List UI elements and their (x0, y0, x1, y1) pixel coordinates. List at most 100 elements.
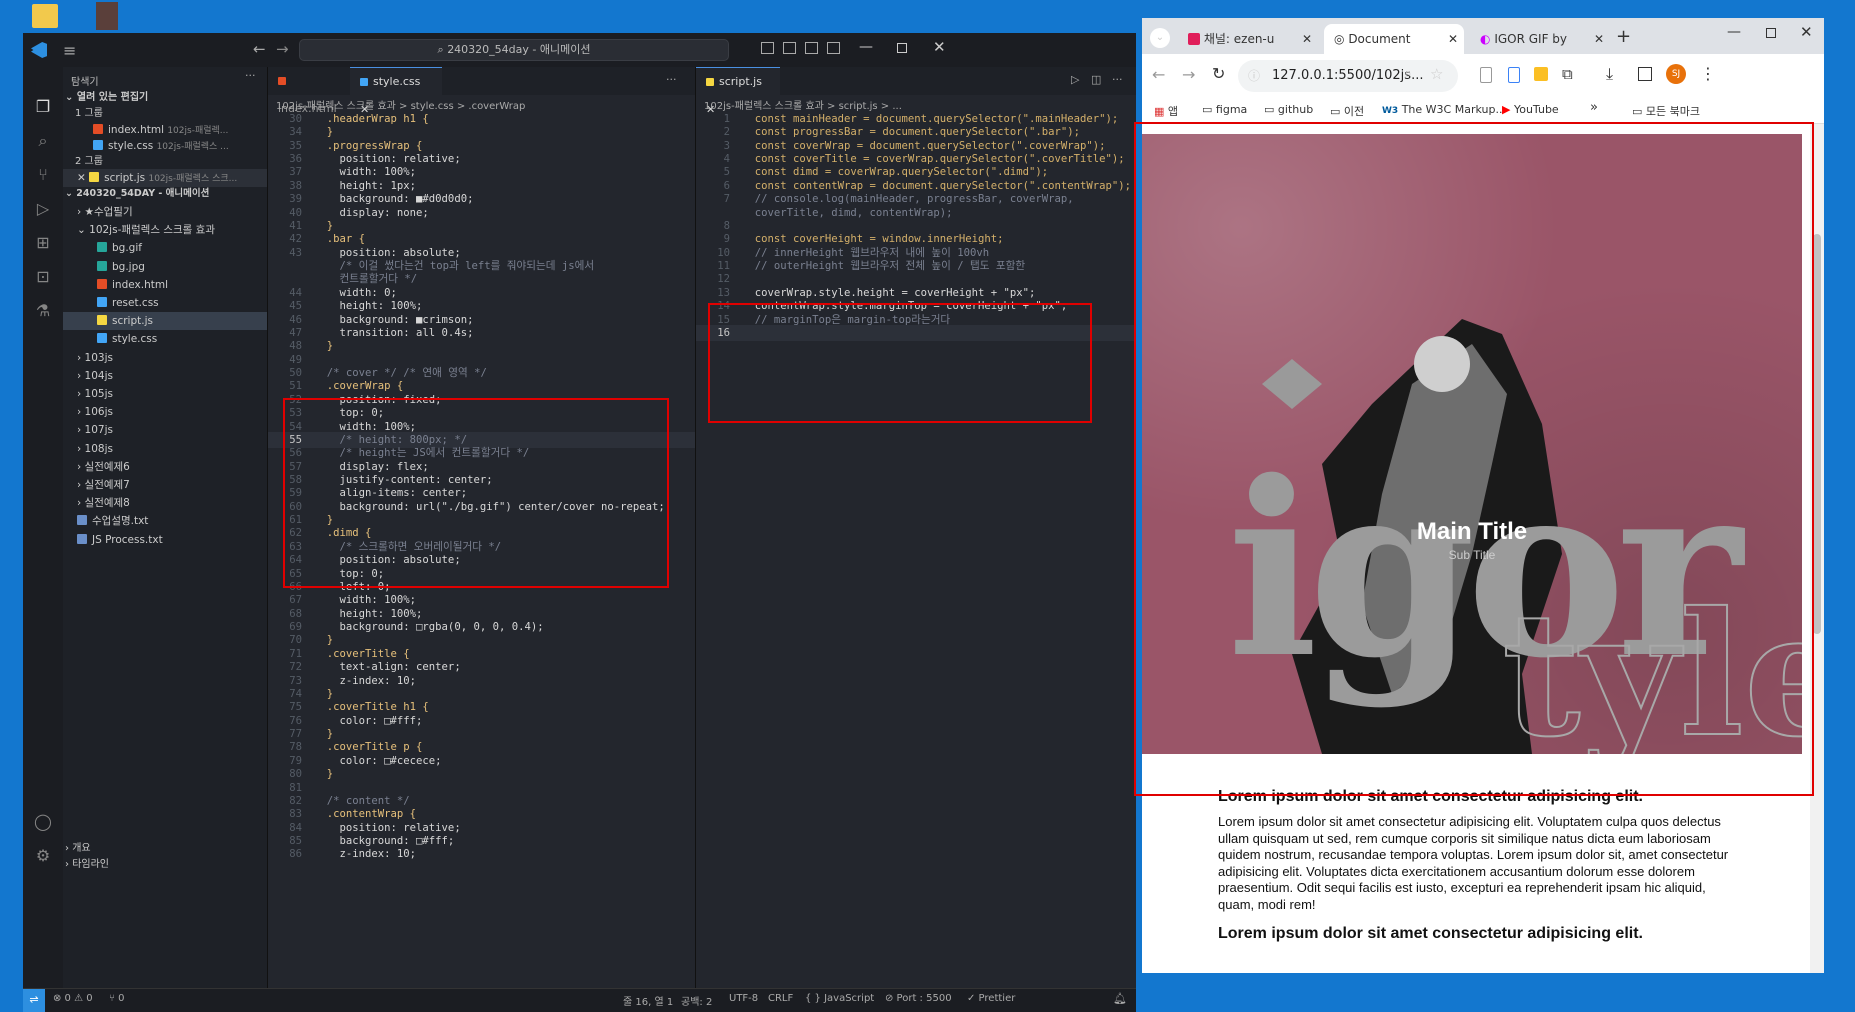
close-tab-icon[interactable]: ✕ (1594, 24, 1604, 54)
source-control-icon[interactable]: ⑂ (33, 165, 53, 185)
desktop-folder-icon[interactable] (32, 4, 58, 28)
tree-folder[interactable]: › ★수업필기 (63, 203, 267, 221)
forward-icon[interactable]: → (1182, 65, 1195, 84)
close-tab-icon[interactable]: ✕ (1448, 24, 1458, 54)
chrome-tab[interactable]: 채널: ezen-u ✕ (1178, 24, 1318, 54)
open-editor-item[interactable]: style.css 102js-패럴렉스 ... (93, 137, 229, 155)
zoom-icon[interactable]: ⌕ (1404, 66, 1412, 82)
indent-status[interactable]: 공백: 2 (681, 993, 712, 1008)
tab-search-icon[interactable]: ⌄ (1150, 28, 1170, 48)
tree-folder[interactable]: ⌄ 102js-패럴렉스 스크롤 효과 (63, 221, 267, 239)
extension-icon[interactable] (1508, 67, 1520, 83)
bookmarks-overflow-icon[interactable]: » (1590, 100, 1598, 115)
notifications-icon[interactable]: 🔔︎ (1113, 992, 1127, 1005)
reload-icon[interactable]: ↻ (1212, 64, 1225, 83)
account-icon[interactable]: ◯ (33, 812, 53, 832)
code-area[interactable]: 1 const mainHeader = document.querySelec… (696, 111, 1136, 1012)
desktop-image-icon[interactable] (96, 2, 118, 30)
breadcrumb[interactable]: 102js-패럴렉스 스크롤 효과 > script.js > ... (704, 97, 902, 112)
tree-file[interactable]: bg.gif (63, 239, 267, 257)
tree-file[interactable]: 수업설명.txt (63, 512, 267, 530)
bookmark-item[interactable]: ▭ github (1264, 103, 1313, 116)
bookmark-item[interactable]: ▶ YouTube (1502, 103, 1559, 116)
problems-status[interactable]: ⊗ 0 ⚠ 0 (53, 993, 93, 1004)
ports-status[interactable]: ⑂ 0 (109, 993, 125, 1004)
minimize-icon[interactable]: — (1727, 24, 1741, 40)
tab-script-js[interactable]: script.js ✕ (696, 67, 780, 116)
maximize-icon[interactable] (1766, 28, 1776, 38)
bookmark-star-icon[interactable]: ☆ (1430, 65, 1443, 83)
workspace-header[interactable]: ⌄ 240320_54DAY - 애니메이션 (65, 185, 209, 203)
tab-index-html[interactable]: index.html (268, 67, 350, 115)
more-actions-icon[interactable]: ··· (666, 73, 677, 86)
code-line[interactable]: 86 z-index: 10; (268, 846, 416, 862)
testing-icon[interactable]: ⚗ (33, 301, 53, 321)
language-status[interactable]: { } JavaScript (805, 993, 874, 1004)
menu-icon[interactable]: ≡ (63, 41, 76, 60)
extension-icon[interactable] (1480, 67, 1492, 83)
tree-file[interactable]: reset.css (63, 294, 267, 312)
more-actions-icon[interactable]: ··· (245, 69, 256, 82)
code-line[interactable]: 11 // outerHeight 웹브라우저 전체 높이 / 탭도 포함한 (696, 258, 1025, 274)
nav-forward-icon[interactable]: → (276, 40, 289, 58)
tree-file[interactable]: JS Process.txt (63, 531, 267, 549)
tree-folder[interactable]: › 실전예제8 (63, 494, 267, 512)
chrome-tab[interactable]: ◐ IGOR GIF by ✕ (1470, 24, 1610, 54)
eol-status[interactable]: CRLF (768, 993, 793, 1004)
tree-file[interactable]: bg.jpg (63, 258, 267, 276)
site-info-icon[interactable]: ⓘ (1248, 67, 1260, 84)
chrome-menu-icon[interactable]: ⋮ (1700, 64, 1716, 83)
extensions-icon[interactable]: ⊞ (33, 233, 53, 253)
minimize-icon[interactable]: — (859, 39, 873, 55)
nav-back-icon[interactable]: ← (253, 40, 266, 58)
chrome-tab-active[interactable]: ◎ Document ✕ (1324, 24, 1464, 54)
tree-folder[interactable]: › 103js (63, 349, 267, 367)
tab-style-css[interactable]: style.css ✕ (350, 67, 442, 116)
tree-folder[interactable]: › 107js (63, 421, 267, 439)
close-icon[interactable]: ✕ (1800, 23, 1813, 41)
scrollbar-thumb[interactable] (1813, 234, 1821, 634)
tree-folder[interactable]: › 실전예제6 (63, 458, 267, 476)
tree-file[interactable]: script.js (63, 312, 267, 331)
remote-status-icon[interactable]: ⇌ (23, 989, 45, 1012)
tree-folder[interactable]: › 104js (63, 367, 267, 385)
back-icon[interactable]: ← (1152, 65, 1165, 84)
close-tab-icon[interactable]: ✕ (1302, 24, 1312, 54)
explorer-icon[interactable]: ❐ (33, 97, 53, 117)
breadcrumb[interactable]: 102js-패럴렉스 스크롤 효과 > style.css > .coverWr… (276, 97, 525, 112)
bookmark-item[interactable]: ▭ figma (1202, 103, 1247, 116)
download-icon[interactable]: ⤓ (1606, 64, 1613, 84)
layout-icon[interactable] (827, 42, 840, 54)
prettier-status[interactable]: ✓ Prettier (967, 993, 1015, 1004)
split-editor-icon[interactable]: ◫ (1091, 73, 1101, 86)
settings-gear-icon[interactable]: ⚙ (33, 846, 53, 866)
toggle-panel-icon[interactable] (783, 42, 796, 54)
close-icon[interactable]: ✕ (933, 38, 946, 56)
toggle-sidebar-icon[interactable] (761, 42, 774, 54)
omnibox[interactable]: ⓘ 127.0.0.1:5500/102js... ⌕ ☆ (1238, 60, 1458, 92)
encoding-status[interactable]: UTF-8 (729, 993, 758, 1004)
extensions-puzzle-icon[interactable]: ⧉ (1562, 65, 1573, 83)
tree-file[interactable]: style.css (63, 330, 267, 348)
tree-folder[interactable]: › 105js (63, 385, 267, 403)
close-editor-icon[interactable]: ✕ (77, 172, 89, 184)
tree-folder[interactable]: › 106js (63, 403, 267, 421)
remote-icon[interactable]: ⊡ (33, 267, 53, 287)
bookmark-item[interactable]: ▭ 이전 (1330, 103, 1364, 119)
run-icon[interactable]: ▷ (1071, 73, 1079, 86)
bookmark-item[interactable]: W3 The W3C Markup... (1382, 103, 1506, 116)
search-icon[interactable]: ⌕ (33, 131, 53, 151)
more-actions-icon[interactable]: ··· (1112, 73, 1123, 86)
tree-file[interactable]: index.html (63, 276, 267, 294)
run-debug-icon[interactable]: ▷ (33, 199, 53, 219)
extension-icon[interactable] (1534, 67, 1548, 81)
tree-folder[interactable]: › 실전예제7 (63, 476, 267, 494)
new-tab-icon[interactable]: + (1616, 26, 1631, 47)
timeline-header[interactable]: › 타임라인 (65, 856, 109, 874)
live-server-status[interactable]: ⊘ Port : 5500 (885, 993, 952, 1004)
profile-avatar[interactable]: SJ (1666, 64, 1686, 84)
bookmark-apps[interactable]: ▦ 앱 (1154, 103, 1178, 119)
all-bookmarks[interactable]: ▭ 모든 북마크 (1632, 103, 1700, 119)
toggle-secondary-icon[interactable] (805, 42, 818, 54)
maximize-icon[interactable] (897, 43, 907, 53)
